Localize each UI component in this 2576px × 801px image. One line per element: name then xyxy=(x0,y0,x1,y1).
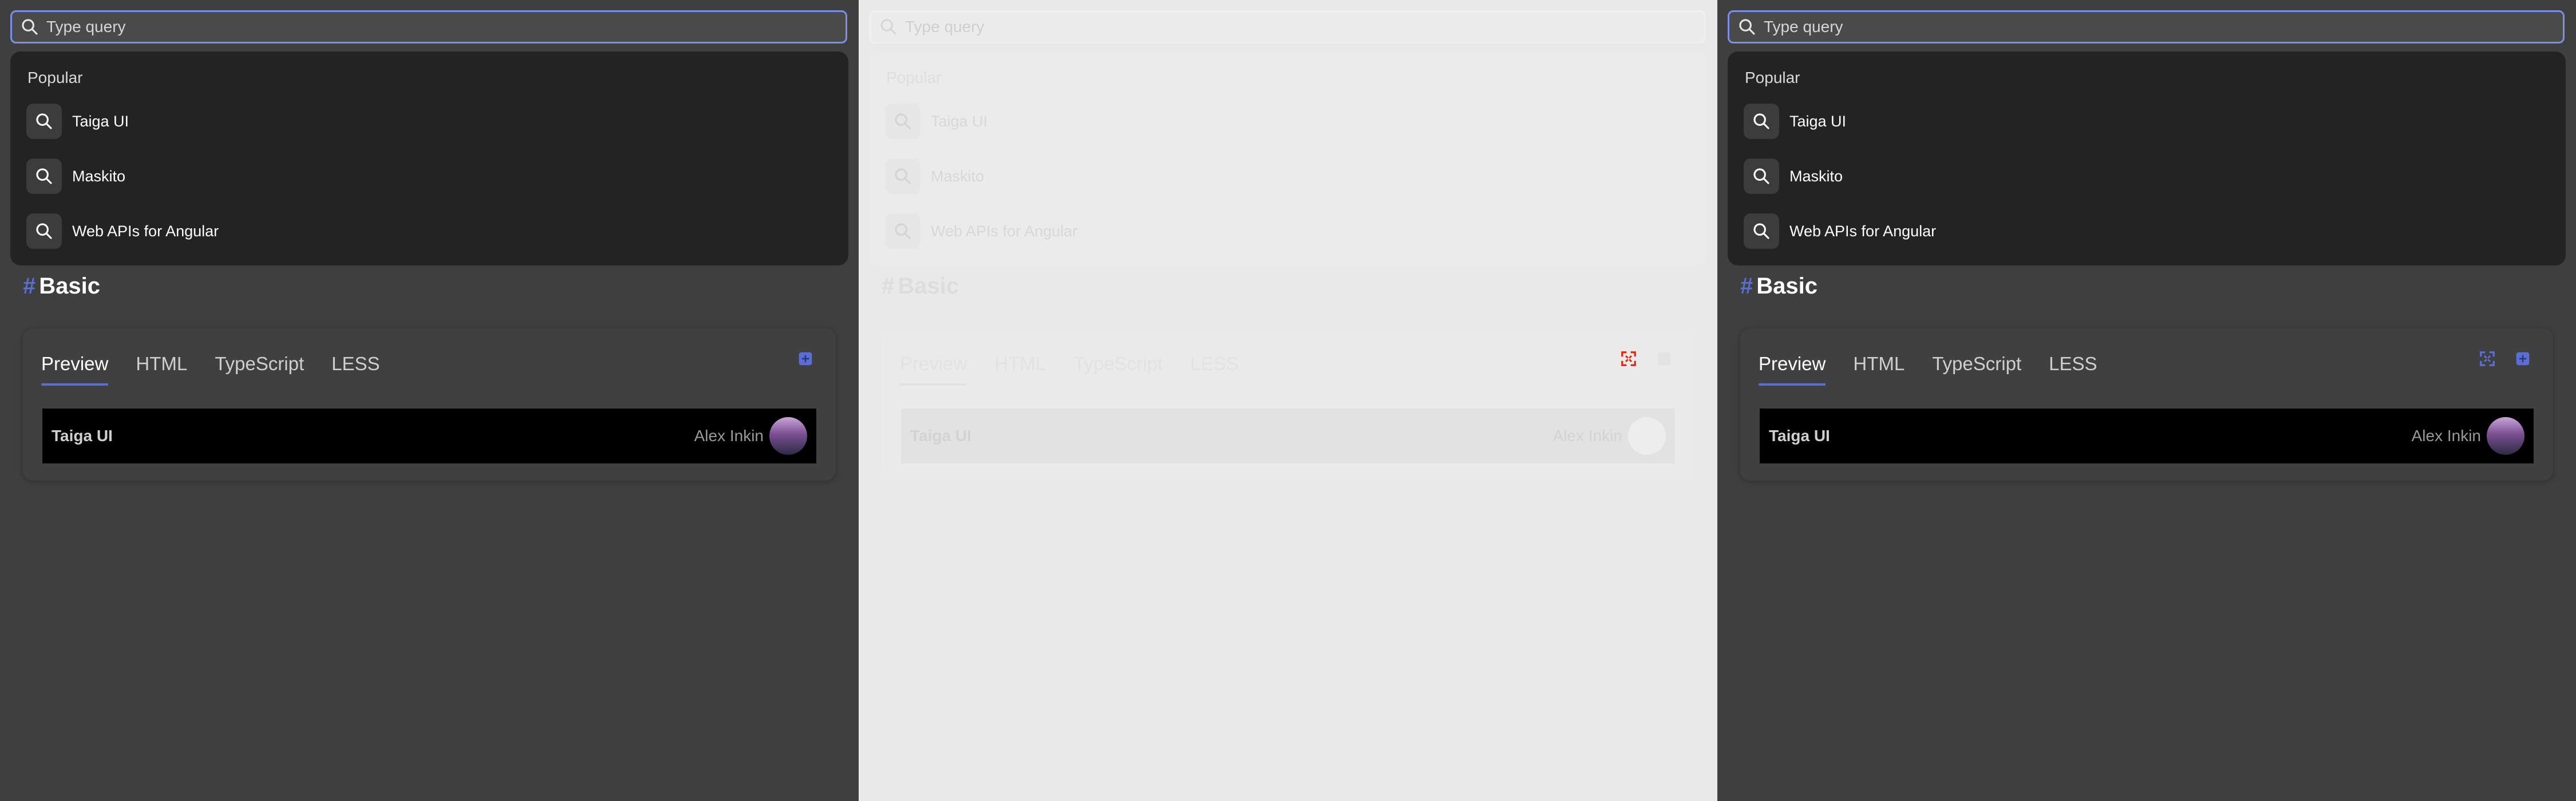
tab-less[interactable]: LESS xyxy=(331,341,380,387)
demo-logo: Taiga UI xyxy=(910,427,971,445)
demo-logo: Taiga UI xyxy=(52,427,113,445)
fullscreen-icon xyxy=(2480,351,2495,366)
dropdown-item-label: Web APIs for Angular xyxy=(931,222,1078,240)
dropdown-item-taiga-ui[interactable]: Taiga UI xyxy=(1744,103,1846,140)
dropdown-item-label: Taiga UI xyxy=(931,112,988,130)
fullscreen-icon xyxy=(1621,351,1636,366)
dropdown-item-taiga-ui[interactable]: Taiga UI xyxy=(26,103,129,140)
demo-preview: Taiga UI Alex Inkin xyxy=(1760,409,2534,463)
search-input[interactable] xyxy=(904,11,1704,42)
tab-html[interactable]: HTML xyxy=(994,341,1046,387)
dropdown-item-label: Taiga UI xyxy=(1789,112,1847,130)
dropdown-item-label: Maskito xyxy=(1789,167,1843,185)
plus-square-icon xyxy=(1657,352,1671,366)
anchor-link[interactable]: # xyxy=(882,273,894,299)
open-in-editor-button[interactable] xyxy=(1654,349,1674,368)
code-tabs: Preview HTML TypeScript LESS xyxy=(1759,341,2125,387)
anchor-link[interactable]: # xyxy=(1740,273,1753,299)
search-icon xyxy=(1744,104,1779,139)
dropdown-item-label: Taiga UI xyxy=(72,112,129,130)
tab-less[interactable]: LESS xyxy=(2049,341,2097,387)
dropdown-item-web-apis[interactable]: Web APIs for Angular xyxy=(26,213,219,249)
open-in-editor-button[interactable] xyxy=(2513,349,2532,368)
tab-preview[interactable]: Preview xyxy=(41,341,109,387)
tab-less[interactable]: LESS xyxy=(1190,341,1238,387)
search-icon xyxy=(885,158,920,194)
tab-html[interactable]: HTML xyxy=(136,341,187,387)
demo-card: Preview HTML TypeScript LESS Taiga UI Al… xyxy=(882,328,1694,481)
fullscreen-button[interactable] xyxy=(2478,349,2497,368)
search-dropdown: Popular Taiga UI Maskito Web APIs for An… xyxy=(1728,51,2566,265)
dropdown-item-maskito[interactable]: Maskito xyxy=(1744,158,1843,195)
dropdown-item-label: Maskito xyxy=(931,167,985,185)
search-icon xyxy=(26,213,62,249)
dropdown-section-title: Popular xyxy=(1745,69,1800,86)
dropdown-section-title: Popular xyxy=(27,69,83,86)
code-tabs: Preview HTML TypeScript LESS xyxy=(900,341,1266,387)
tab-typescript[interactable]: TypeScript xyxy=(1932,341,2021,387)
search-input[interactable] xyxy=(45,11,846,42)
demo-user: Alex Inkin xyxy=(1553,417,1666,455)
dropdown-item-web-apis[interactable]: Web APIs for Angular xyxy=(885,213,1077,249)
demo-preview: Taiga UI Alex Inkin xyxy=(42,409,816,463)
dropdown-item-taiga-ui[interactable]: Taiga UI xyxy=(885,103,987,140)
dropdown-item-label: Web APIs for Angular xyxy=(1789,222,1937,240)
open-in-editor-button[interactable] xyxy=(796,349,815,368)
demo-preview: Taiga UI Alex Inkin xyxy=(901,409,1675,463)
anchor-link[interactable]: # xyxy=(23,273,35,299)
page-heading: # Basic xyxy=(1740,273,1818,299)
search-input[interactable] xyxy=(1763,11,2563,42)
search-icon xyxy=(22,19,38,35)
user-name: Alex Inkin xyxy=(1552,427,1622,445)
code-tabs: Preview HTML TypeScript LESS xyxy=(41,341,408,387)
page-title: Basic xyxy=(1756,273,1818,299)
panel-right: Popular Taiga UI Maskito Web APIs for An… xyxy=(1717,0,2576,801)
avatar xyxy=(769,417,807,455)
demo-card: Preview HTML TypeScript LESS Taiga UI Al… xyxy=(23,328,836,481)
search-field[interactable] xyxy=(1728,10,2565,43)
search-dropdown: Popular Taiga UI Maskito Web APIs for An… xyxy=(869,51,1707,265)
dropdown-item-maskito[interactable]: Maskito xyxy=(885,158,984,195)
fullscreen-button[interactable] xyxy=(1619,349,1638,368)
demo-user: Alex Inkin xyxy=(2412,417,2524,455)
demo-user: Alex Inkin xyxy=(694,417,807,455)
plus-square-icon xyxy=(2516,352,2530,366)
plus-square-icon xyxy=(799,352,812,366)
page-heading: # Basic xyxy=(882,273,959,299)
panel-middle: Popular Taiga UI Maskito Web APIs for An… xyxy=(859,0,1717,801)
tab-preview[interactable]: Preview xyxy=(900,341,967,387)
search-icon xyxy=(885,104,920,139)
tab-preview[interactable]: Preview xyxy=(1759,341,1826,387)
dropdown-item-label: Web APIs for Angular xyxy=(72,222,219,240)
avatar xyxy=(2487,417,2524,455)
dropdown-item-maskito[interactable]: Maskito xyxy=(26,158,125,195)
avatar xyxy=(1628,417,1666,455)
dropdown-item-web-apis[interactable]: Web APIs for Angular xyxy=(1744,213,1936,249)
search-icon xyxy=(1744,213,1779,249)
dropdown-section-title: Popular xyxy=(886,69,942,86)
search-icon xyxy=(880,19,896,35)
tab-html[interactable]: HTML xyxy=(1853,341,1905,387)
user-name: Alex Inkin xyxy=(2411,427,2481,445)
page-title: Basic xyxy=(39,273,100,299)
search-icon xyxy=(26,158,62,194)
tab-typescript[interactable]: TypeScript xyxy=(215,341,304,387)
user-name: Alex Inkin xyxy=(694,427,764,445)
page-title: Basic xyxy=(898,273,959,299)
demo-card: Preview HTML TypeScript LESS Taiga UI Al… xyxy=(1740,328,2553,481)
search-icon xyxy=(1739,19,1755,35)
page-heading: # Basic xyxy=(23,273,100,299)
search-icon xyxy=(885,213,920,249)
search-field[interactable] xyxy=(869,10,1706,43)
panel-left: Popular Taiga UI Maskito Web APIs for An… xyxy=(0,0,859,801)
search-dropdown: Popular Taiga UI Maskito Web APIs for An… xyxy=(10,51,848,265)
search-icon xyxy=(26,104,62,139)
search-field[interactable] xyxy=(10,10,847,43)
dropdown-item-label: Maskito xyxy=(72,167,126,185)
search-icon xyxy=(1744,158,1779,194)
demo-logo: Taiga UI xyxy=(1769,427,1830,445)
tab-typescript[interactable]: TypeScript xyxy=(1073,341,1163,387)
